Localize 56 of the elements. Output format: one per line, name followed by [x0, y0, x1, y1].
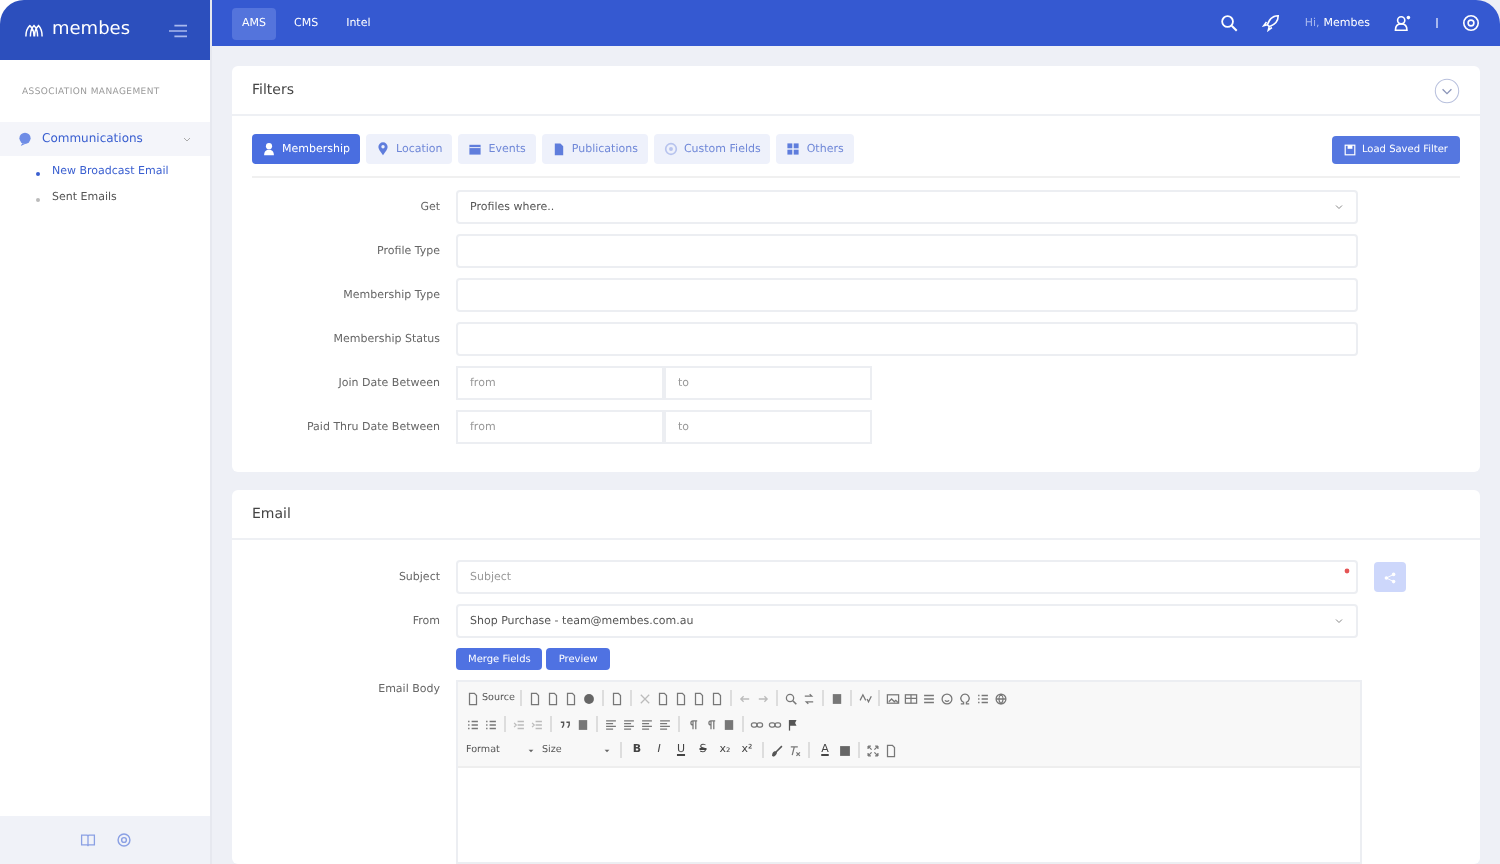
settings-icon[interactable]	[1462, 14, 1480, 32]
chevron-down-icon	[1334, 616, 1344, 626]
align-icon[interactable]	[640, 717, 654, 731]
save-icon	[1343, 143, 1356, 155]
share-icon	[1384, 571, 1396, 583]
block-icon[interactable]	[830, 691, 845, 705]
flag-icon[interactable]	[786, 717, 800, 731]
omega-icon[interactable]	[958, 691, 973, 705]
background-color-icon[interactable]	[838, 743, 852, 757]
rocket-icon[interactable]	[1262, 14, 1281, 32]
list-icon[interactable]	[466, 717, 480, 731]
user-icon[interactable]	[1394, 14, 1412, 32]
divider-mark	[1436, 18, 1438, 28]
align-icon[interactable]	[658, 717, 672, 731]
book-icon[interactable]	[79, 832, 95, 848]
image-icon[interactable]	[886, 691, 901, 705]
speech-bubble-icon	[18, 132, 32, 146]
link-icon[interactable]	[768, 717, 782, 731]
person-icon	[262, 142, 276, 156]
table-icon[interactable]	[904, 691, 919, 705]
document-icon[interactable]	[884, 743, 898, 757]
gear-icon	[663, 142, 678, 156]
menu-icon[interactable]	[166, 21, 190, 39]
calendar-icon	[468, 142, 483, 156]
search-icon[interactable]	[1220, 14, 1239, 32]
gear-icon[interactable]	[115, 832, 131, 848]
pin-icon	[376, 142, 390, 156]
document-icon[interactable]	[610, 691, 625, 705]
paragraph-icon[interactable]	[704, 717, 718, 731]
paragraph-icon[interactable]	[686, 717, 700, 731]
logo-icon	[20, 21, 48, 39]
align-icon[interactable]	[622, 717, 636, 731]
document-icon	[551, 142, 566, 156]
document-icon[interactable]	[466, 691, 480, 705]
replace-icon[interactable]	[802, 691, 817, 705]
spellcheck-icon[interactable]	[858, 691, 873, 705]
link-icon[interactable]	[750, 717, 764, 731]
brand-name: membes	[52, 20, 131, 40]
chevron-down-icon	[1334, 202, 1344, 212]
dropdown-arrow-icon	[604, 747, 610, 753]
quote-icon[interactable]	[558, 717, 572, 731]
grid-icon	[786, 142, 801, 156]
horizontal-line-icon[interactable]	[922, 691, 937, 705]
maximize-icon[interactable]	[866, 743, 880, 757]
clear-format-icon[interactable]	[788, 743, 802, 757]
brush-icon[interactable]	[770, 743, 784, 757]
globe-icon[interactable]	[994, 691, 1009, 705]
block-icon[interactable]	[722, 717, 736, 731]
search-icon[interactable]	[784, 691, 799, 705]
align-icon[interactable]	[604, 717, 618, 731]
block-icon[interactable]	[576, 717, 590, 731]
list-icon[interactable]	[976, 691, 991, 705]
dropdown-arrow-icon	[528, 747, 534, 753]
smiley-icon[interactable]	[940, 691, 955, 705]
disc-icon[interactable]	[582, 691, 597, 705]
list-icon[interactable]	[484, 717, 498, 731]
